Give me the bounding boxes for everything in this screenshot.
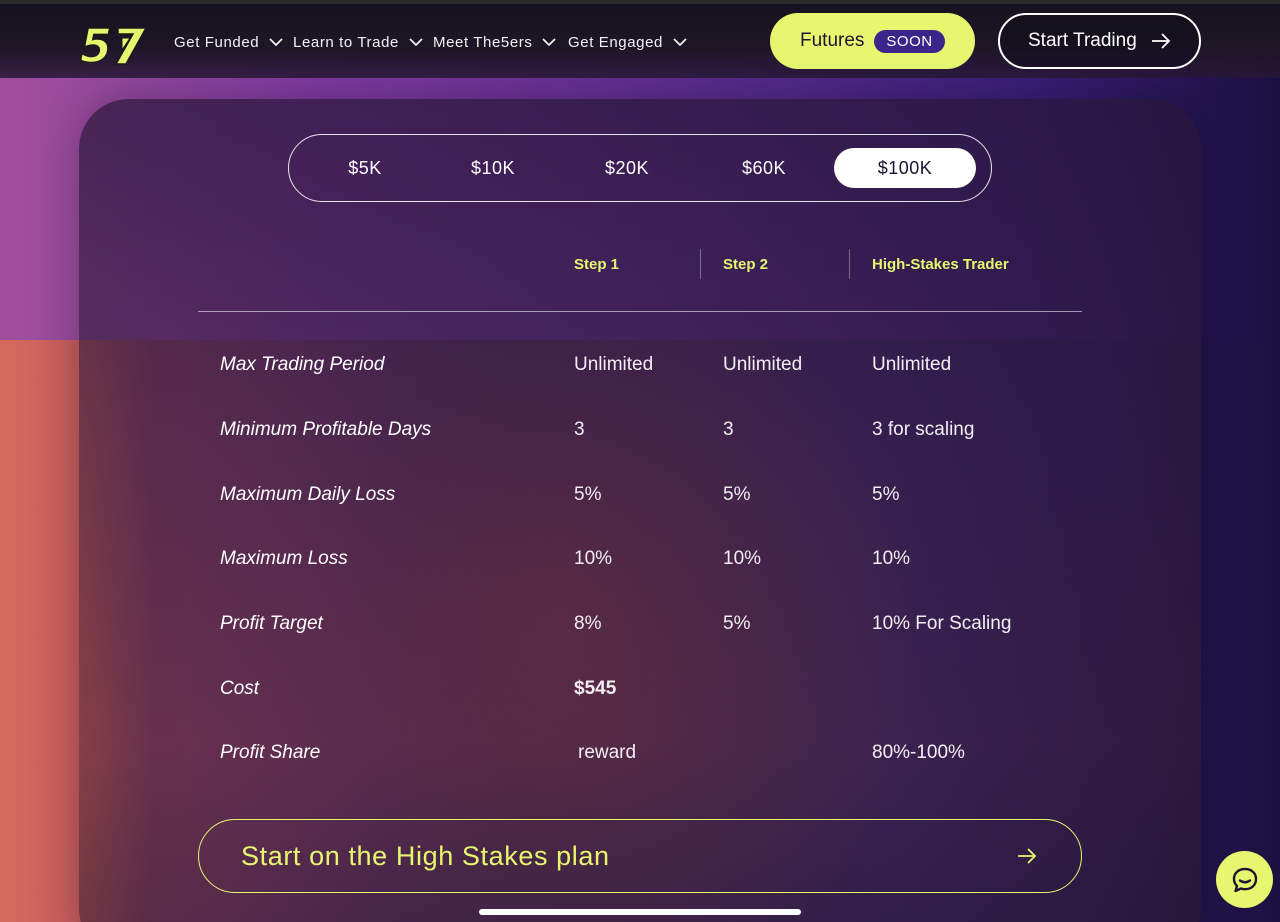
futures-label: Futures (800, 30, 865, 51)
arrow-right-icon (1151, 33, 1171, 49)
plan-option-5k[interactable]: $5K (318, 148, 412, 188)
nav-learn-to-trade-label: Learn to Trade (293, 33, 399, 51)
chevron-down-icon (409, 38, 423, 47)
the5ers-logo[interactable]: 5 (78, 18, 150, 74)
home-indicator (479, 909, 801, 915)
cell: 5% (723, 484, 751, 505)
cta-label: Start on the High Stakes plan (241, 840, 610, 871)
column-header-high-stakes: High-Stakes Trader (872, 256, 1009, 273)
plan-option-20k[interactable]: $20K (580, 148, 674, 188)
row-label-max-daily-loss: Maximum Daily Loss (220, 484, 396, 505)
cell: 5% (723, 613, 751, 634)
cell: 80%-100% (872, 742, 965, 763)
cell: 10% (723, 548, 762, 569)
cell: 10% (574, 548, 613, 569)
soon-badge: SOON (874, 29, 945, 53)
cell: 10% (872, 548, 911, 569)
column-header-step-1: Step 1 (574, 256, 620, 273)
nav-meet-the5ers-label: Meet The5ers (433, 33, 533, 51)
chat-button[interactable] (1216, 851, 1273, 908)
plan-card (79, 99, 1201, 922)
plan-option-60k[interactable]: $60K (716, 148, 812, 188)
cell: 10% For Scaling (872, 613, 1012, 634)
nav-get-funded-label: Get Funded (174, 33, 260, 51)
cell: Unlimited (723, 354, 803, 375)
cell: 3 for scaling (872, 419, 975, 440)
plan-option-100k[interactable]: $100K (834, 148, 976, 188)
cell: Unlimited (574, 354, 654, 375)
cell: 5% (574, 484, 602, 505)
row-label-cost: Cost (220, 678, 260, 699)
chevron-down-icon (673, 38, 687, 47)
start-trading-label: Start Trading (1028, 30, 1137, 51)
start-high-stakes-button[interactable]: Start on the High Stakes plan (198, 819, 1082, 893)
cell: 3 (723, 419, 734, 440)
start-trading-button[interactable]: Start Trading (998, 13, 1201, 69)
plan-option-10k[interactable]: $10K (446, 148, 540, 188)
row-label-profit-share: Profit Share (220, 742, 321, 763)
row-label-profit-target: Profit Target (220, 613, 323, 634)
chat-bubble-icon (1232, 867, 1257, 892)
nav-meet-the5ers[interactable]: Meet The5ers (433, 32, 557, 52)
chevron-down-icon (542, 38, 557, 47)
svg-text:5: 5 (80, 20, 112, 68)
cell: 8% (574, 613, 602, 634)
row-label-max-loss: Maximum Loss (220, 548, 348, 569)
column-header-step-2: Step 2 (723, 256, 769, 273)
arrow-right-icon (1018, 848, 1037, 864)
cell: 5% (872, 484, 900, 505)
nav-learn-to-trade[interactable]: Learn to Trade (293, 32, 423, 52)
futures-button[interactable]: Futures SOON (770, 13, 975, 69)
chevron-down-icon (269, 38, 283, 47)
column-divider (849, 249, 850, 279)
nav-get-engaged-label: Get Engaged (568, 33, 664, 51)
nav-get-engaged[interactable]: Get Engaged (568, 32, 687, 52)
cell: 3 (574, 419, 585, 440)
cell: reward (578, 742, 637, 763)
row-label-max-trading-period: Max Trading Period (220, 354, 385, 375)
nav-get-funded[interactable]: Get Funded (174, 32, 283, 52)
column-divider (700, 249, 701, 279)
row-label-min-profitable-days: Minimum Profitable Days (220, 419, 432, 440)
cost-value: $545 (574, 678, 617, 699)
cell: Unlimited (872, 354, 952, 375)
header-divider (198, 311, 1082, 312)
